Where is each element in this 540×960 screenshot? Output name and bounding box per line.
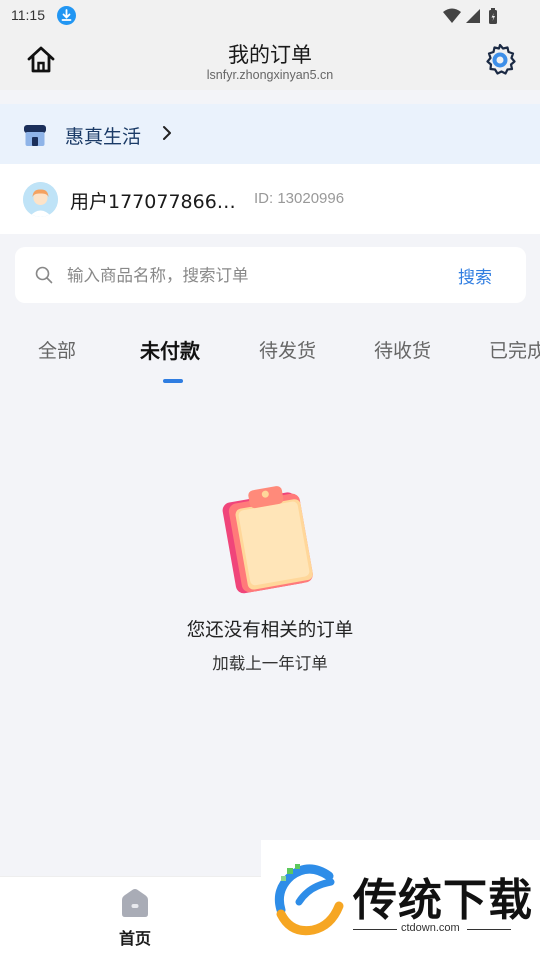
battery-icon <box>489 8 497 24</box>
wifi-icon <box>443 8 461 23</box>
search-box: 搜索 <box>15 247 526 303</box>
search-icon <box>35 266 53 284</box>
user-id: ID: 13020996 <box>254 190 345 207</box>
home-nav-icon <box>122 889 148 917</box>
status-icons <box>442 7 506 29</box>
settings-button[interactable] <box>482 42 518 78</box>
store-icon <box>22 122 48 148</box>
tab-completed[interactable]: 已完成 <box>489 336 540 363</box>
watermark-text: 传统下载 <box>353 875 533 926</box>
shop-bar[interactable]: 惠真生活 <box>0 104 540 164</box>
watermark-logo-icon <box>274 864 344 936</box>
tab-unpaid[interactable]: 未付款 <box>140 335 200 364</box>
active-tab-indicator <box>163 379 183 383</box>
tab-to-ship[interactable]: 待发货 <box>259 336 316 363</box>
watermark-divider-right <box>467 929 511 930</box>
signal-icon <box>466 9 480 23</box>
tab-to-receive[interactable]: 待收货 <box>374 336 431 363</box>
user-name: 用户17707786651 <box>70 191 240 213</box>
watermark-url: ctdown.com <box>401 922 460 934</box>
nav-home[interactable]: 首页 <box>104 887 166 957</box>
download-icon <box>57 6 76 25</box>
chevron-right-icon <box>160 122 174 144</box>
avatar <box>23 182 58 217</box>
watermark-divider-left <box>353 929 397 930</box>
search-input[interactable] <box>67 260 427 290</box>
tab-all[interactable]: 全部 <box>38 336 76 363</box>
empty-clipboard-icon <box>218 478 322 594</box>
watermark: 传统下载 ctdown.com <box>261 840 540 960</box>
load-last-year-orders-link[interactable]: 加载上一年订单 <box>0 650 540 674</box>
page-title: 我的订单 <box>228 43 312 67</box>
status-time: 11:15 <box>11 7 45 23</box>
shop-name: 惠真生活 <box>65 126 142 148</box>
empty-state-title: 您还没有相关的订单 <box>186 620 354 641</box>
status-bar: 11:15 <box>0 0 540 32</box>
search-button[interactable]: 搜索 <box>458 263 492 288</box>
gear-icon <box>486 43 516 75</box>
app-header: 我的订单 lsnfyr.zhongxinyan5.cn <box>0 32 540 90</box>
nav-home-label: 首页 <box>118 929 151 948</box>
page-url: lsnfyr.zhongxinyan5.cn <box>206 68 334 82</box>
user-info: 用户17707786651 ID: 13020996 <box>0 164 540 234</box>
order-status-tabs: 全部 未付款 待发货 待收货 已完成 <box>0 322 540 384</box>
